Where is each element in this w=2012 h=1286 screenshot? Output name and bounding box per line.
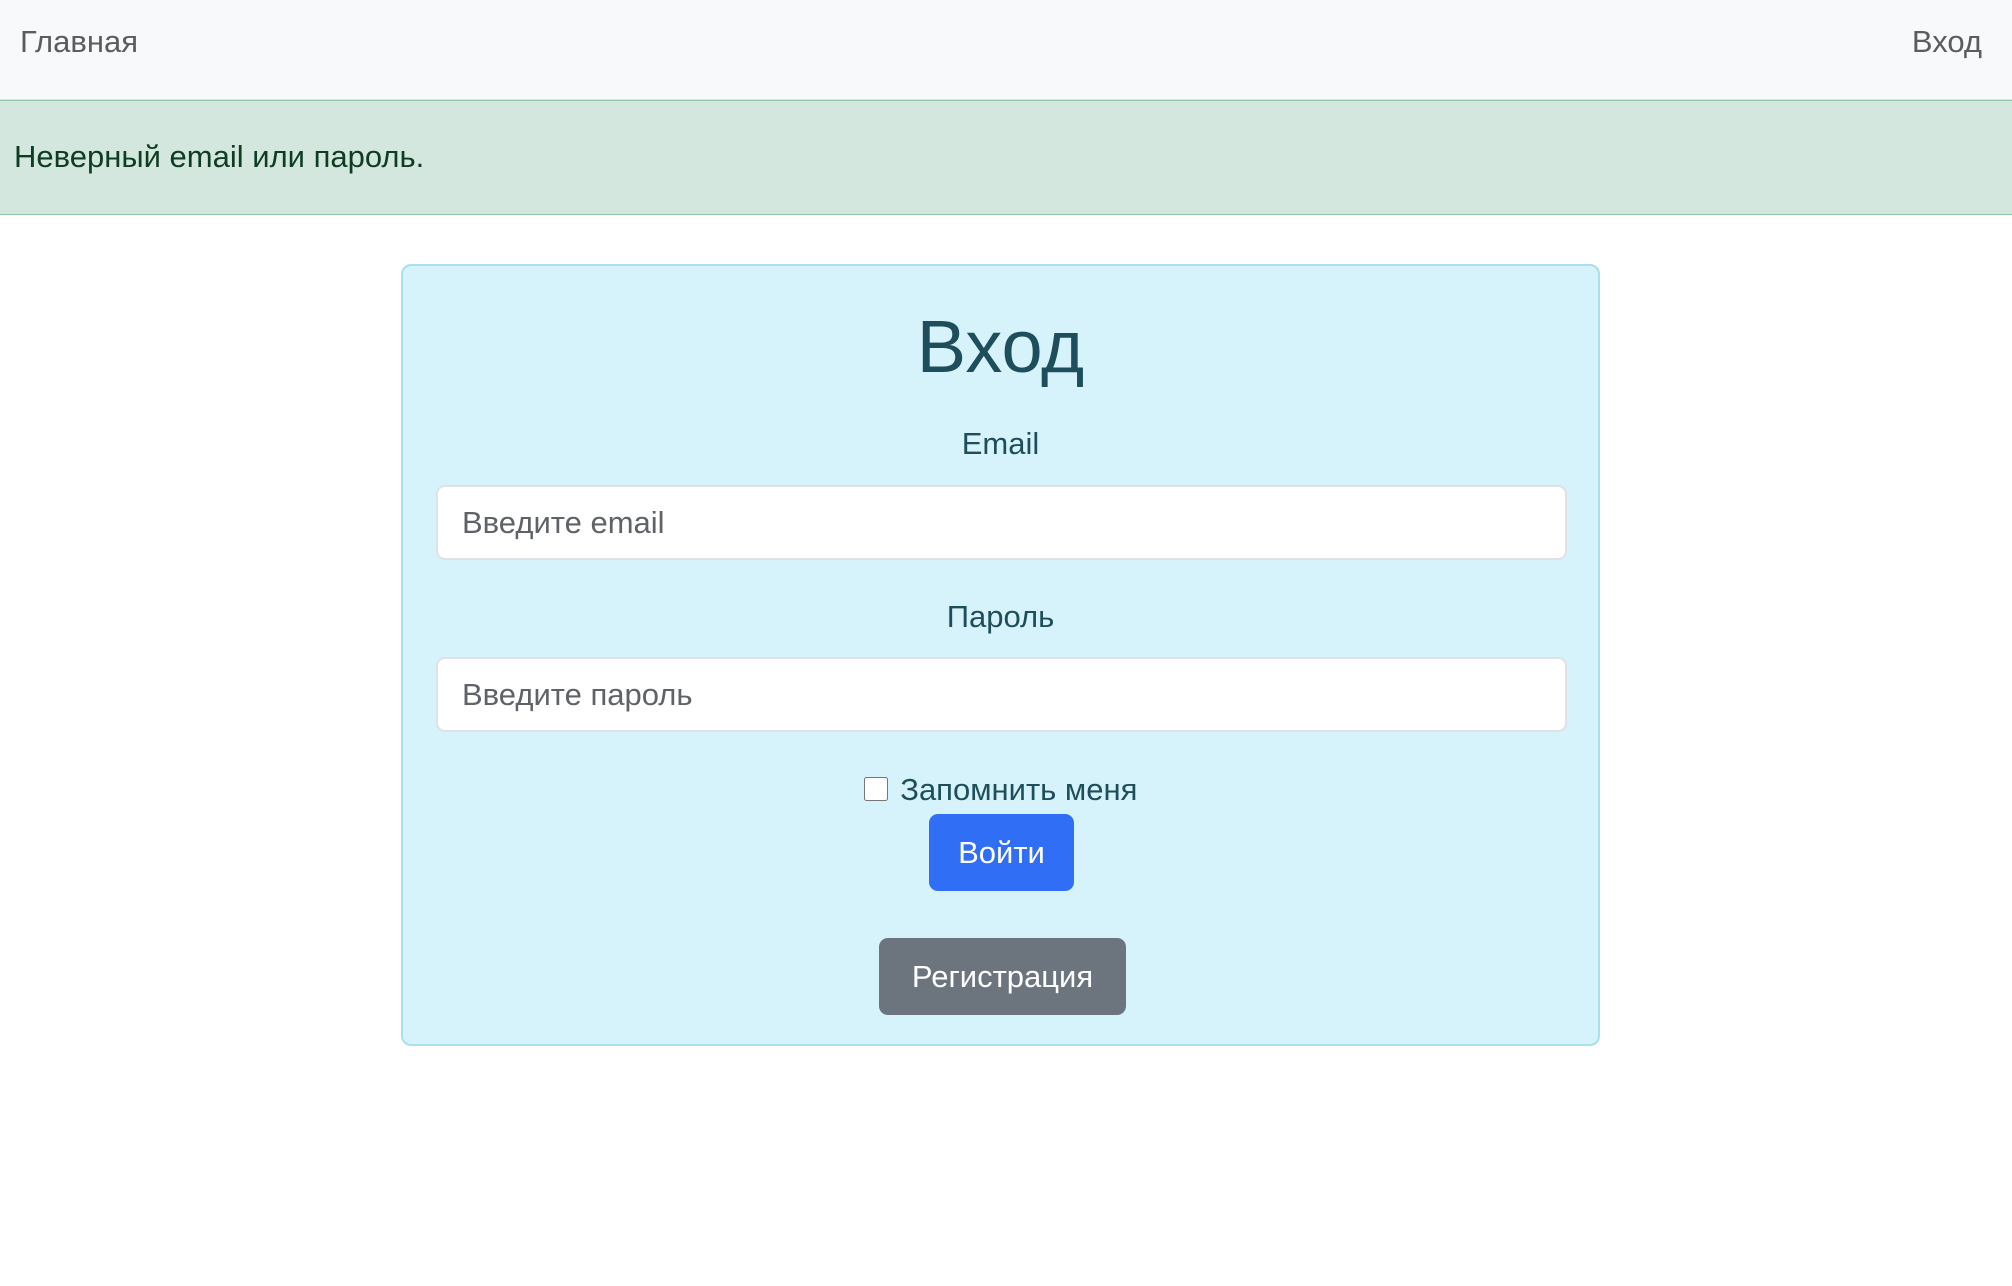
top-navbar: Главная Вход xyxy=(0,0,2012,100)
email-field[interactable] xyxy=(436,485,1567,560)
alert-banner: Неверный email или пароль. xyxy=(0,100,2012,215)
email-label: Email xyxy=(961,426,1040,461)
login-submit-button[interactable]: Войти xyxy=(929,814,1074,891)
register-button[interactable]: Регистрация xyxy=(879,938,1126,1015)
alert-message: Неверный email или пароль. xyxy=(14,139,425,174)
nav-home-link[interactable]: Главная xyxy=(20,24,138,60)
password-label: Пароль xyxy=(946,599,1055,634)
password-field[interactable] xyxy=(436,657,1567,732)
login-card: Вход Email Пароль Запомнить меня Войти Р… xyxy=(401,264,1600,1046)
remember-me-checkbox[interactable] xyxy=(863,777,888,801)
remember-me-row: Запомнить меня xyxy=(403,772,1598,808)
page-title: Вход xyxy=(916,305,1085,388)
nav-login-link[interactable]: Вход xyxy=(1912,24,1982,60)
remember-me-label: Запомнить меня xyxy=(900,772,1138,807)
